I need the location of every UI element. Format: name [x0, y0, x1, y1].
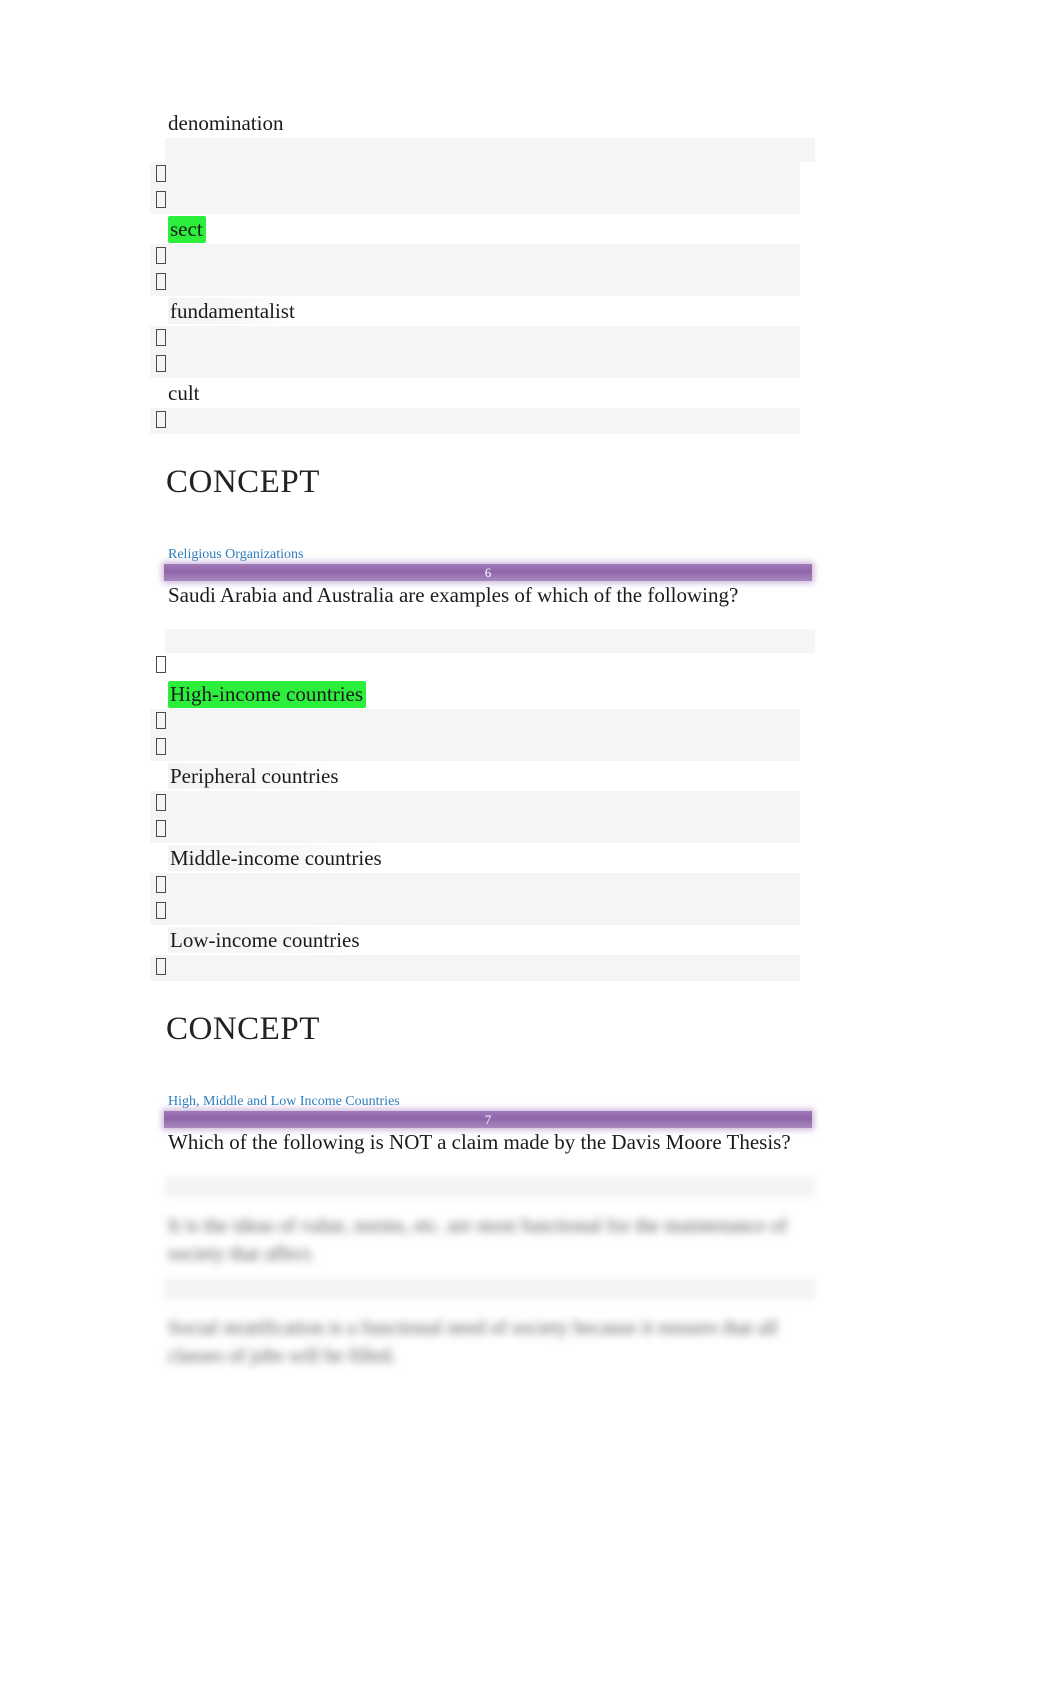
row-band — [165, 1278, 815, 1300]
radio-button-icon[interactable] — [156, 901, 166, 919]
option-label: High-income countries — [150, 679, 818, 709]
concept-heading: CONCEPT — [166, 1011, 320, 1047]
radio-button-icon[interactable] — [156, 190, 166, 208]
option-row[interactable]: Middle-income countries — [150, 843, 818, 873]
radio-marker-line[interactable] — [150, 899, 800, 925]
radio-button-icon[interactable] — [156, 328, 166, 346]
quiz-content: denomination sect fundamentalist cult CO… — [150, 108, 818, 1370]
option-row[interactable]: cult — [150, 378, 818, 408]
concept-heading: CONCEPT — [166, 464, 320, 500]
radio-marker-line[interactable] — [150, 408, 800, 434]
radio-button-icon[interactable] — [156, 957, 166, 975]
question-text: Saudi Arabia and Australia are examples … — [168, 583, 739, 607]
radio-marker-line[interactable] — [150, 653, 800, 679]
option-label: Middle-income countries — [168, 845, 384, 871]
radio-marker-line[interactable] — [150, 162, 800, 188]
row-band — [165, 629, 815, 653]
option-row[interactable]: Peripheral countries — [150, 761, 818, 791]
radio-button-icon[interactable] — [156, 655, 166, 673]
option-label: Peripheral countries — [168, 763, 341, 789]
radio-button-icon[interactable] — [156, 711, 166, 729]
radio-button-icon[interactable] — [156, 354, 166, 372]
radio-marker-line[interactable] — [150, 188, 800, 214]
row-band — [165, 1176, 815, 1198]
option-label: cult — [168, 381, 200, 405]
question-number-bar: 6 — [164, 564, 812, 581]
concept-link[interactable]: Religious Organizations — [150, 546, 818, 564]
question-7-options: It is the ideas of value, norms, etc. ar… — [150, 1176, 818, 1370]
question-text: Which of the following is NOT a claim ma… — [168, 1130, 791, 1154]
radio-marker-line[interactable] — [150, 735, 800, 761]
question-5-options: denomination sect fundamentalist cult — [150, 108, 818, 434]
radio-button-icon[interactable] — [156, 164, 166, 182]
radio-button-icon[interactable] — [156, 737, 166, 755]
question-number-bar: 7 — [164, 1111, 812, 1128]
option-label: fundamentalist — [168, 298, 297, 324]
option-row[interactable]: sect — [150, 214, 818, 244]
option-row[interactable]: fundamentalist — [150, 296, 818, 326]
radio-button-icon[interactable] — [156, 875, 166, 893]
radio-marker-line[interactable] — [150, 244, 800, 270]
option-label-blurred: It is the ideas of value, norms, etc. ar… — [168, 1215, 788, 1265]
radio-marker-line[interactable] — [150, 817, 800, 843]
option-label-highlighted: High-income countries — [168, 681, 367, 708]
option-row[interactable]: Low-income countries — [150, 925, 818, 955]
radio-marker-line[interactable] — [150, 709, 800, 735]
radio-button-icon[interactable] — [156, 246, 166, 264]
radio-marker-line[interactable] — [150, 326, 800, 352]
radio-button-icon[interactable] — [156, 793, 166, 811]
option-label-highlighted: sect — [168, 216, 206, 243]
radio-marker-line[interactable] — [150, 270, 800, 296]
option-label: sect — [150, 214, 818, 244]
option-label: denomination — [168, 111, 284, 135]
radio-marker-line[interactable] — [150, 873, 800, 899]
concept-link[interactable]: High, Middle and Low Income Countries — [150, 1093, 818, 1111]
radio-button-icon[interactable] — [156, 819, 166, 837]
document-page: denomination sect fundamentalist cult CO… — [0, 0, 1062, 1691]
question-6-options: High-income countries Peripheral countri… — [150, 629, 818, 981]
radio-marker-line[interactable] — [150, 955, 800, 981]
option-row[interactable]: denomination — [150, 108, 818, 138]
radio-button-icon[interactable] — [156, 410, 166, 428]
radio-marker-line[interactable] — [150, 791, 800, 817]
question-number: 6 — [484, 565, 492, 580]
row-band — [165, 138, 815, 162]
option-label: Low-income countries — [168, 927, 362, 953]
option-row[interactable]: High-income countries — [150, 679, 818, 709]
radio-marker-line[interactable] — [150, 352, 800, 378]
question-number: 7 — [484, 1112, 492, 1127]
option-label-blurred: Social stratification is a functional ne… — [168, 1317, 778, 1367]
radio-button-icon[interactable] — [156, 272, 166, 290]
